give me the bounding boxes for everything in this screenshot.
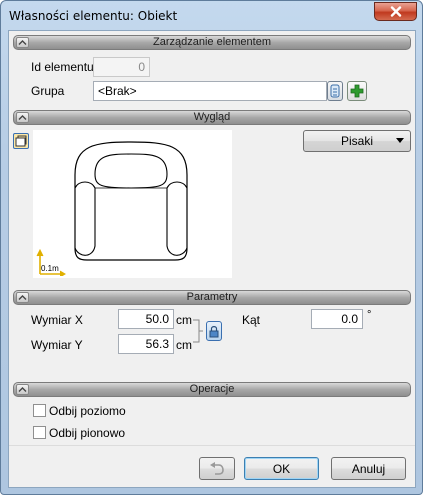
object-preview: 0.1m <box>33 130 232 278</box>
pens-button[interactable]: Pisaki <box>303 130 411 152</box>
preview-mode-icon <box>15 135 27 147</box>
close-icon <box>390 6 401 17</box>
cancel-button[interactable]: Anuluj <box>331 457 406 480</box>
section-header-operations[interactable]: Operacje <box>13 382 411 397</box>
add-group-button[interactable] <box>347 81 367 101</box>
preview-mode-button[interactable] <box>13 133 29 149</box>
angle-label: Kąt <box>242 313 261 327</box>
window-title: Własności elementu: Obiekt <box>9 9 178 23</box>
size-y-unit: cm <box>176 338 192 352</box>
link-bracket <box>193 319 203 343</box>
angle-field[interactable]: 0.0 <box>311 309 363 329</box>
dialog-body: Zarządzanie elementem Id elementu 0 Grup… <box>8 30 416 488</box>
ok-button[interactable]: OK <box>244 457 319 480</box>
size-x-unit: cm <box>176 313 192 327</box>
close-button[interactable] <box>374 2 417 21</box>
chevron-down-icon <box>396 138 404 143</box>
section-title: Zarządzanie elementem <box>152 36 271 48</box>
flip-horizontal-label[interactable]: Odbij poziomo <box>49 404 126 418</box>
dialog-footer: OK Anuluj <box>9 445 415 487</box>
section-title: Wygląd <box>193 111 231 123</box>
size-x-field[interactable]: 50.0 <box>118 309 174 329</box>
size-x-label: Wymiar X <box>31 313 83 327</box>
flip-horizontal-checkbox[interactable] <box>33 404 46 417</box>
section-header-parameters[interactable]: Parametry <box>13 290 411 305</box>
group-field[interactable]: <Brak> <box>93 81 327 101</box>
list-picker-icon <box>330 84 340 98</box>
undo-icon <box>210 461 224 475</box>
title-bar[interactable]: Własności elementu: Obiekt <box>1 1 422 30</box>
id-label: Id elementu <box>31 60 94 74</box>
section-title: Parametry <box>186 291 238 303</box>
proportion-lock-button[interactable] <box>206 321 222 341</box>
undo-button[interactable] <box>199 457 235 480</box>
lock-icon <box>209 325 219 337</box>
group-picker-button[interactable] <box>327 81 343 101</box>
plus-icon <box>350 84 364 98</box>
properties-dialog: Własności elementu: Obiekt Zarządzanie e… <box>0 0 423 495</box>
section-header-management[interactable]: Zarządzanie elementem <box>13 35 411 50</box>
flip-vertical-checkbox[interactable] <box>33 426 46 439</box>
section-title: Operacje <box>189 383 235 395</box>
id-field: 0 <box>93 57 150 77</box>
size-y-field[interactable]: 56.3 <box>118 334 174 354</box>
scale-label: 0.1m <box>41 264 59 273</box>
group-label: Grupa <box>31 84 65 98</box>
size-y-label: Wymiar Y <box>31 338 83 352</box>
section-header-appearance[interactable]: Wygląd <box>13 110 411 125</box>
pens-button-label: Pisaki <box>340 134 373 148</box>
flip-vertical-label[interactable]: Odbij pionowo <box>49 426 125 440</box>
angle-unit: ° <box>367 309 372 321</box>
